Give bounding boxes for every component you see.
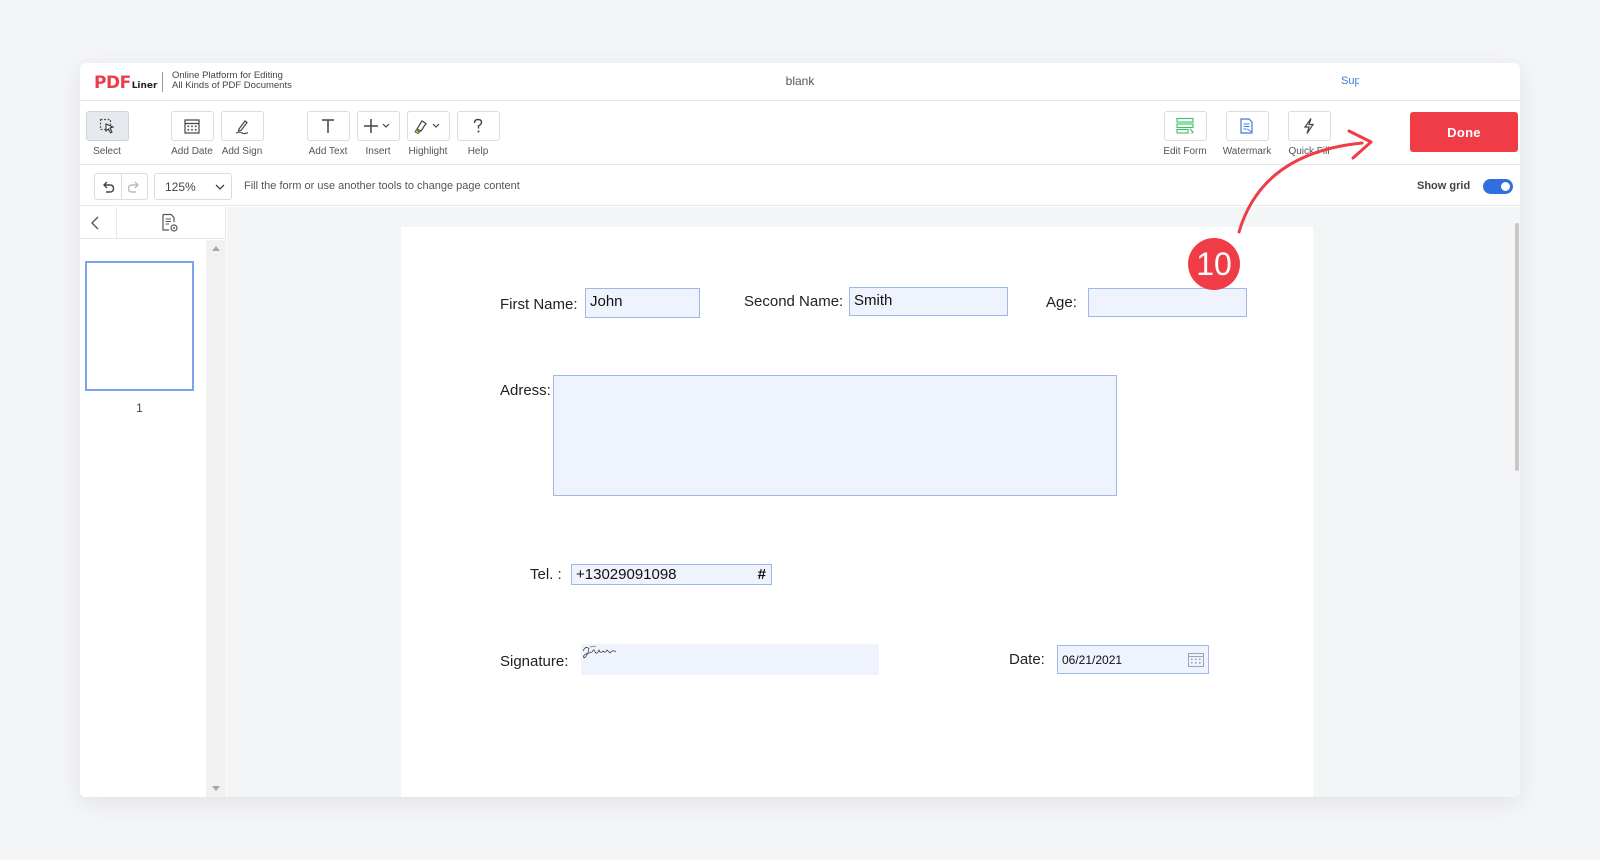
plus-icon	[364, 119, 390, 133]
app-header: PDF Liner Online Platform for Editing Al…	[80, 63, 1520, 101]
pdf-page: First Name: John Second Name: Smith Age:…	[401, 227, 1313, 797]
date-label: Date:	[1009, 651, 1045, 668]
quick-fill-tool[interactable]: Quick Fill	[1283, 111, 1335, 157]
second-name-label: Second Name:	[744, 293, 844, 310]
date-value: 06/21/2021	[1062, 653, 1123, 667]
edit-form-label: Edit Form	[1163, 146, 1207, 157]
sidebar-header-divider	[116, 207, 117, 239]
support-link[interactable]: Support	[1341, 75, 1359, 87]
chevron-down-icon	[432, 123, 440, 128]
chevron-down-icon	[382, 123, 390, 128]
highlight-tool[interactable]: Highlight	[402, 111, 454, 157]
highlight-label: Highlight	[408, 146, 448, 157]
age-label: Age:	[1046, 294, 1077, 311]
redo-button[interactable]	[122, 174, 148, 199]
main-toolbar: Select Add Date Add Sign Add Text Insert	[80, 101, 1520, 165]
add-sign-tool[interactable]: Add Sign	[216, 111, 268, 157]
calendar-icon[interactable]	[1187, 651, 1205, 669]
sidebar-scrollbar[interactable]	[206, 240, 226, 797]
done-button[interactable]: Done	[1410, 112, 1518, 152]
document-viewport: First Name: John Second Name: Smith Age:…	[227, 207, 1520, 797]
pen-icon	[235, 120, 249, 135]
address-field[interactable]	[553, 375, 1117, 496]
signature-image	[582, 645, 617, 659]
watermark-icon	[1240, 118, 1253, 134]
edit-form-tool[interactable]: Edit Form	[1159, 111, 1211, 157]
select-tool[interactable]: Select	[81, 111, 133, 157]
add-date-label: Add Date	[171, 146, 213, 157]
undo-icon	[102, 181, 114, 193]
undo-button[interactable]	[95, 174, 122, 199]
address-label: Adress:	[500, 382, 551, 399]
add-text-tool[interactable]: Add Text	[302, 111, 354, 157]
page-thumbnail[interactable]	[85, 261, 194, 391]
insert-tool[interactable]: Insert	[352, 111, 404, 157]
hint-text: Fill the form or use another tools to ch…	[244, 180, 520, 192]
add-date-tool[interactable]: Add Date	[166, 111, 218, 157]
age-field[interactable]	[1088, 288, 1247, 317]
question-icon	[473, 118, 483, 133]
tel-label: Tel. :	[530, 566, 562, 583]
step-badge: 10	[1188, 238, 1240, 290]
select-tool-label: Select	[93, 146, 121, 157]
watermark-label: Watermark	[1222, 146, 1272, 157]
page-thumbnail-number: 1	[136, 401, 143, 415]
tel-value: +13029091098	[576, 566, 677, 583]
text-icon	[322, 119, 334, 133]
page-sidebar: 1	[80, 207, 226, 797]
chevron-down-icon	[215, 184, 225, 190]
add-sign-label: Add Sign	[221, 146, 263, 157]
signature-field[interactable]	[581, 644, 879, 675]
cursor-icon	[99, 118, 115, 134]
quick-fill-label: Quick Fill	[1288, 146, 1330, 157]
highlighter-icon	[414, 120, 440, 134]
app-window: PDF Liner Online Platform for Editing Al…	[80, 63, 1520, 797]
zoom-select[interactable]: 125%	[154, 173, 232, 200]
options-bar: 125% Fill the form or use another tools …	[80, 166, 1520, 206]
signature-label: Signature:	[500, 653, 569, 670]
help-tool[interactable]: Help	[452, 111, 504, 157]
document-scrollbar-thumb[interactable]	[1515, 223, 1519, 471]
date-field[interactable]: 06/21/2021	[1057, 645, 1209, 674]
insert-label: Insert	[365, 146, 391, 157]
calendar-icon	[184, 119, 200, 134]
scroll-up-icon[interactable]	[211, 244, 221, 252]
form-icon	[1176, 117, 1194, 134]
tel-field[interactable]: +13029091098 #	[571, 564, 772, 585]
sidebar-header	[80, 207, 226, 239]
watermark-tool[interactable]: Watermark	[1221, 111, 1273, 157]
document-title: blank	[785, 74, 815, 88]
show-grid-label: Show grid	[1417, 180, 1471, 192]
add-text-label: Add Text	[308, 146, 348, 157]
document-scrollbar[interactable]	[1514, 207, 1520, 797]
page-settings-icon[interactable]	[161, 213, 179, 233]
second-name-field[interactable]: Smith	[849, 287, 1008, 316]
chevron-left-icon[interactable]	[88, 215, 102, 231]
hash-icon: #	[757, 566, 766, 583]
first-name-field[interactable]: John	[585, 288, 700, 318]
undo-redo-group	[94, 173, 148, 200]
scroll-down-icon[interactable]	[211, 785, 221, 793]
zoom-value: 125%	[165, 180, 196, 194]
help-label: Help	[467, 146, 489, 157]
redo-icon	[128, 181, 140, 193]
lightning-icon	[1303, 118, 1315, 134]
first-name-label: First Name:	[500, 296, 578, 313]
show-grid-toggle[interactable]	[1483, 179, 1513, 194]
